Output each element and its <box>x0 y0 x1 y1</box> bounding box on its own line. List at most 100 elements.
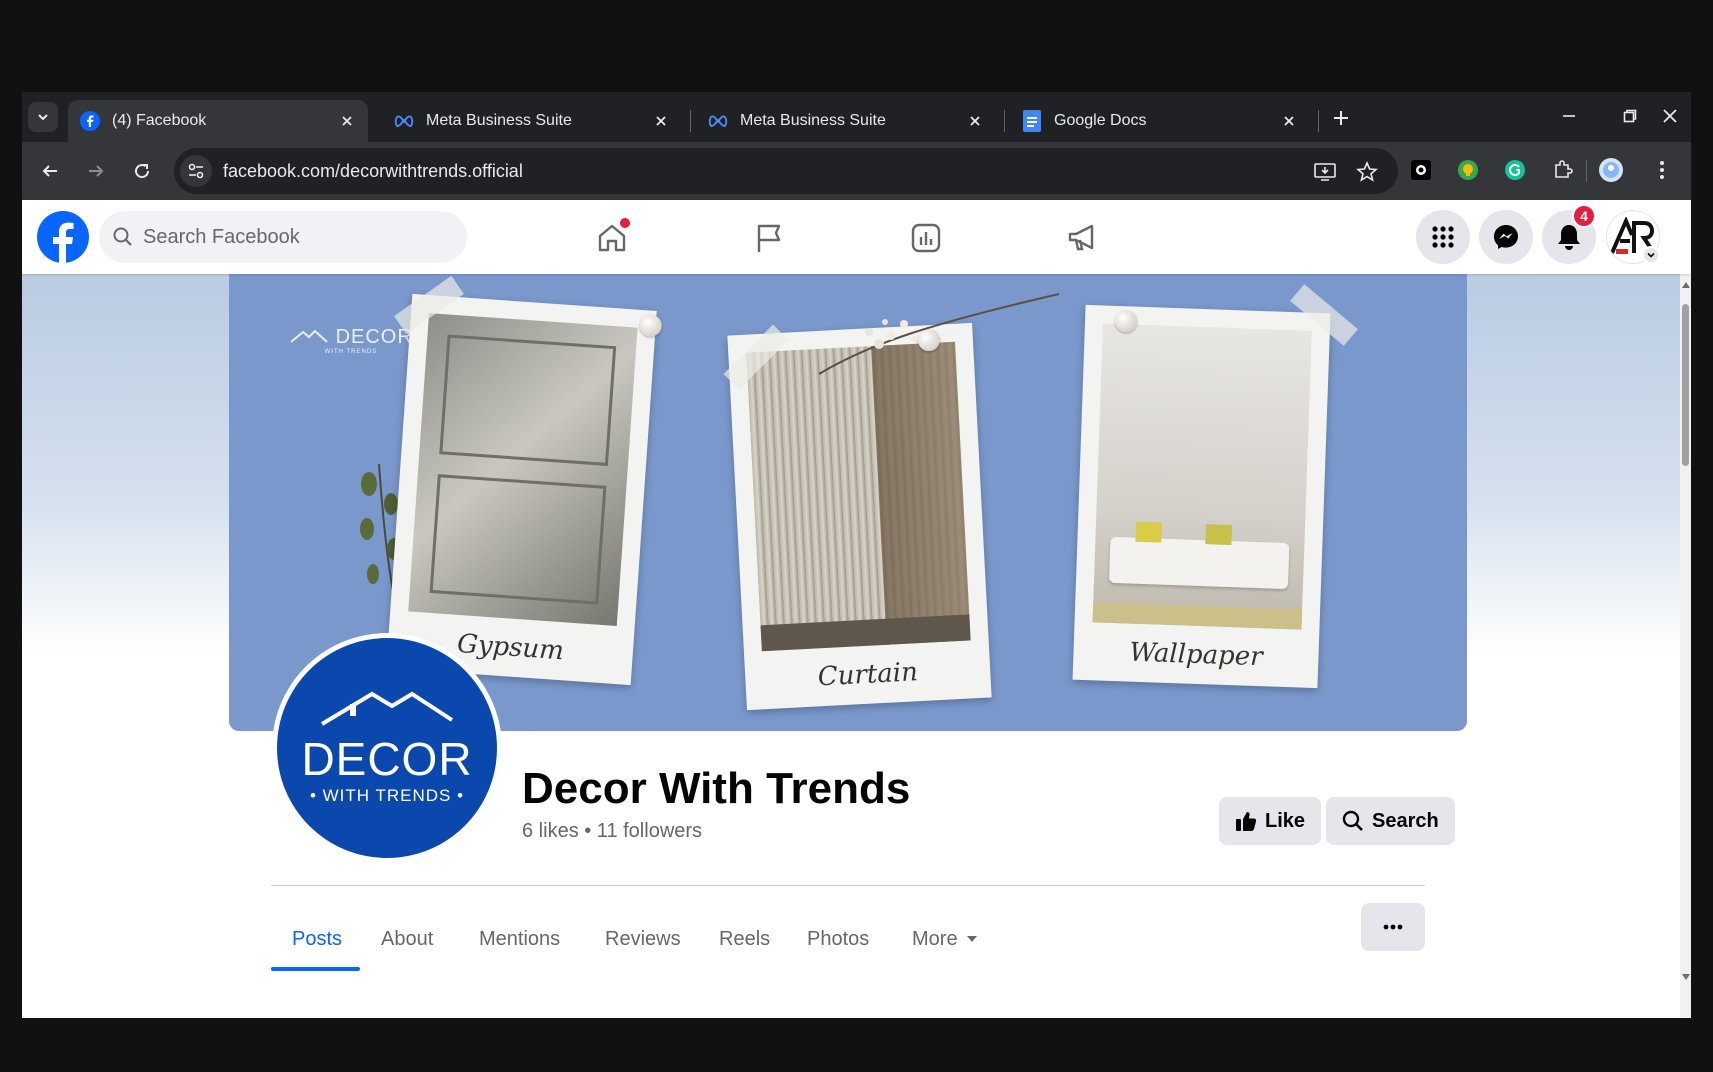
extension-bulb-button[interactable] <box>1454 156 1482 184</box>
facebook-search-box[interactable]: Search Facebook <box>99 211 467 263</box>
scroll-down-arrow[interactable] <box>1682 974 1690 980</box>
tab-mentions[interactable]: Mentions <box>479 914 560 964</box>
page-profile-picture[interactable]: DECOR • WITH TRENDS • <box>272 633 502 863</box>
megaphone-icon <box>1068 224 1094 251</box>
puzzle-icon <box>1555 160 1573 178</box>
forward-button[interactable] <box>80 155 112 187</box>
account-menu-chevron[interactable] <box>1642 246 1660 264</box>
tab-posts[interactable]: Posts <box>292 914 342 964</box>
scroll-thumb[interactable] <box>1682 304 1689 466</box>
chrome-menu-button[interactable] <box>1648 156 1676 184</box>
like-button[interactable]: Like <box>1219 797 1322 845</box>
url-text[interactable]: facebook.com/decorwithtrends.official <box>223 161 523 182</box>
house-roof-icon <box>290 329 328 343</box>
toolbar-separator <box>1586 160 1587 182</box>
minimize-button[interactable] <box>1549 98 1589 134</box>
close-icon[interactable] <box>338 112 356 130</box>
tab-more-label: More <box>912 927 958 950</box>
close-icon[interactable] <box>652 112 670 130</box>
reload-button[interactable] <box>126 155 158 187</box>
tab-search-button[interactable] <box>28 102 58 132</box>
new-tab-button[interactable] <box>1326 103 1356 133</box>
tab-separator <box>1004 110 1005 132</box>
install-app-button[interactable] <box>1312 159 1338 185</box>
page-logo-subtitle: • WITH TRENDS • <box>309 786 465 805</box>
search-icon <box>113 227 132 246</box>
nav-pages[interactable] <box>749 218 789 258</box>
plus-icon <box>1334 111 1348 125</box>
nav-insights[interactable] <box>906 218 946 258</box>
page-scrollbar[interactable] <box>1680 274 1691 1018</box>
menu-button[interactable] <box>1416 210 1470 264</box>
meta-icon <box>394 111 414 131</box>
bookmark-button[interactable] <box>1354 159 1380 185</box>
curtain-photo <box>746 341 971 652</box>
cover-logo: DECOR WITH TRENDS <box>289 326 413 355</box>
lightbulb-icon <box>1458 160 1478 180</box>
ellipsis-icon <box>1383 924 1403 930</box>
tab-more[interactable]: More <box>912 914 978 964</box>
tune-icon <box>188 163 204 179</box>
page-search-button[interactable]: Search <box>1326 797 1455 845</box>
active-tab-indicator <box>271 967 360 971</box>
facebook-logo-icon[interactable] <box>36 210 90 264</box>
divider <box>271 885 1425 886</box>
cover-logo-text: DECOR <box>335 326 413 348</box>
polaroid-caption: Curtain <box>817 657 919 693</box>
site-settings-button[interactable] <box>180 155 212 187</box>
house-roof-icon <box>320 691 454 726</box>
tab-about[interactable]: About <box>381 914 433 964</box>
address-bar[interactable]: facebook.com/decorwithtrends.official <box>174 148 1398 194</box>
tab-facebook[interactable]: (4) Facebook <box>68 100 368 142</box>
cover-logo-sub: WITH TRENDS <box>324 349 378 355</box>
like-label: Like <box>1265 809 1306 832</box>
search-label: Search <box>1372 809 1439 832</box>
close-icon[interactable] <box>966 112 984 130</box>
tab-reels[interactable]: Reels <box>719 914 770 964</box>
tab-reviews[interactable]: Reviews <box>605 914 681 964</box>
google-docs-icon <box>1022 110 1042 132</box>
wallpaper-photo <box>1092 323 1312 630</box>
tab-title: (4) Facebook <box>112 112 207 129</box>
arrow-right-icon <box>89 165 104 177</box>
page-options-button[interactable] <box>1361 903 1425 951</box>
tab-meta-business-suite-2[interactable]: Meta Business Suite <box>696 100 996 142</box>
nav-ads[interactable] <box>1063 218 1103 258</box>
page-logo-title: DECOR <box>301 733 473 785</box>
reload-icon <box>135 164 150 179</box>
bell-icon <box>1558 225 1580 250</box>
close-icon[interactable] <box>1280 112 1298 130</box>
grammarly-button[interactable] <box>1501 156 1529 184</box>
scroll-up-arrow[interactable] <box>1682 282 1690 288</box>
back-button[interactable] <box>34 155 66 187</box>
tab-separator <box>690 110 691 132</box>
profile-button[interactable] <box>1597 156 1625 184</box>
polaroid-wallpaper: Wallpaper <box>1072 304 1331 689</box>
tab-meta-business-suite-1[interactable]: Meta Business Suite <box>382 100 682 142</box>
tab-google-docs[interactable]: Google Docs <box>1010 100 1310 142</box>
thumbs-up-icon <box>1235 810 1257 832</box>
messenger-button[interactable] <box>1479 210 1533 264</box>
extension-dark-button[interactable] <box>1407 156 1435 184</box>
profile-avatar-icon <box>1599 158 1623 182</box>
install-icon <box>1314 163 1336 181</box>
restore-icon <box>1623 109 1637 123</box>
grammarly-icon <box>1505 160 1525 180</box>
page-stats[interactable]: 6 likes • 11 followers <box>522 820 702 843</box>
dried-flower-branch-icon <box>818 293 1060 375</box>
restore-button[interactable] <box>1610 98 1650 134</box>
tab-title: Google Docs <box>1054 112 1147 129</box>
facebook-icon <box>80 111 100 131</box>
gypsum-photo <box>408 313 638 626</box>
search-icon <box>1342 810 1364 832</box>
extensions-button[interactable] <box>1549 156 1577 184</box>
chevron-down-icon <box>1647 252 1655 258</box>
tab-separator <box>1318 110 1319 132</box>
grid-menu-icon <box>1432 226 1454 248</box>
close-window-button[interactable] <box>1650 98 1690 134</box>
nav-home[interactable] <box>592 218 632 258</box>
flag-icon <box>757 224 781 252</box>
notification-dot <box>620 218 630 228</box>
insights-icon <box>911 223 941 253</box>
tab-photos[interactable]: Photos <box>807 914 869 964</box>
